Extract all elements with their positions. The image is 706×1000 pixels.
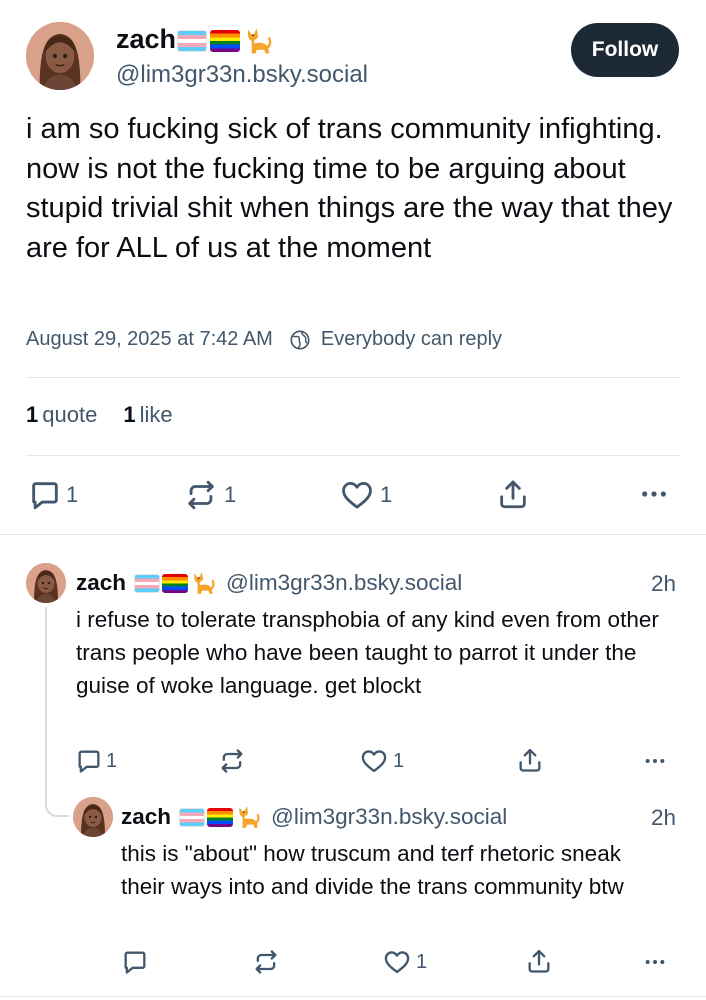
like-button[interactable]: 1 (383, 948, 427, 976)
quotes-stat[interactable]: 1 quote (26, 402, 97, 428)
reply-icon (121, 948, 149, 976)
more-icon (642, 951, 668, 973)
likes-stat[interactable]: 1 like (123, 402, 172, 428)
repost-button[interactable]: 1 (184, 478, 236, 512)
heart-icon (360, 747, 388, 775)
reply-header: zach @lim3gr33n.bsky.social (121, 804, 507, 830)
reply-header: zach @lim3gr33n.bsky.social (76, 570, 462, 596)
repost-button[interactable] (252, 948, 280, 976)
main-post: zach @lim3gr33n.bsky.social Follow i am … (0, 0, 706, 534)
divider (0, 996, 706, 997)
share-icon (516, 746, 544, 774)
reply-button[interactable]: 1 (28, 478, 78, 512)
reply-icon (28, 478, 62, 512)
cat-icon (243, 26, 273, 56)
more-button[interactable] (638, 480, 670, 508)
trans-flag-icon (179, 807, 206, 827)
divider (26, 455, 680, 456)
reply-icon (75, 747, 103, 775)
repost-icon (218, 747, 246, 775)
rainbow-flag-icon (207, 807, 234, 827)
reply-setting[interactable]: Everybody can reply (321, 328, 502, 351)
reply-author-name[interactable]: zach (76, 570, 126, 596)
post-timestamp[interactable]: August 29, 2025 at 7:42 AM (26, 328, 273, 351)
post-meta: August 29, 2025 at 7:42 AM Everybody can… (26, 328, 502, 351)
more-button[interactable] (642, 750, 668, 772)
cat-icon (235, 804, 261, 830)
more-button[interactable] (642, 951, 668, 973)
reply-text: i refuse to tolerate transphobia of any … (76, 607, 659, 698)
reply-avatar[interactable] (73, 797, 113, 837)
divider (26, 377, 680, 378)
reply-author-handle[interactable]: @lim3gr33n.bsky.social (226, 570, 462, 596)
cat-icon (190, 570, 216, 596)
reply-button[interactable] (121, 948, 149, 976)
reply-author-handle[interactable]: @lim3gr33n.bsky.social (271, 804, 507, 830)
section-divider (0, 534, 706, 535)
more-icon (642, 750, 668, 772)
rainbow-flag-icon (162, 573, 189, 593)
post-stats: 1 quote 1 like (26, 402, 173, 428)
post-text: i am so fucking sick of trans community … (26, 113, 673, 264)
author-emojis (177, 26, 273, 56)
thread-connector (45, 805, 69, 817)
share-button[interactable] (496, 477, 530, 511)
thread-line (45, 607, 47, 807)
trans-flag-icon (177, 30, 207, 52)
like-button[interactable]: 1 (340, 478, 392, 512)
author-emojis (179, 804, 261, 830)
repost-icon (252, 948, 280, 976)
author-avatar[interactable] (26, 22, 94, 90)
reply-time[interactable]: 2h (651, 805, 676, 831)
reply-avatar[interactable] (26, 563, 66, 603)
rainbow-flag-icon (210, 30, 240, 52)
share-icon (525, 947, 553, 975)
repost-icon (184, 478, 218, 512)
globe-icon (290, 329, 310, 350)
author-name[interactable]: zach (116, 24, 176, 55)
share-button[interactable] (525, 947, 553, 975)
reply-author-name[interactable]: zach (121, 804, 171, 830)
reply-text: this is "about" how truscum and terf rhe… (121, 841, 624, 899)
share-icon (496, 477, 530, 511)
share-button[interactable] (516, 746, 544, 774)
reply-button[interactable]: 1 (75, 747, 117, 775)
author-handle[interactable]: @lim3gr33n.bsky.social (116, 61, 368, 89)
heart-icon (340, 478, 374, 512)
reply-time[interactable]: 2h (651, 571, 676, 597)
trans-flag-icon (134, 573, 161, 593)
like-button[interactable]: 1 (360, 747, 404, 775)
author-emojis (134, 570, 216, 596)
repost-button[interactable] (218, 747, 246, 775)
heart-icon (383, 948, 411, 976)
follow-button[interactable]: Follow (571, 23, 679, 77)
more-icon (638, 480, 670, 508)
